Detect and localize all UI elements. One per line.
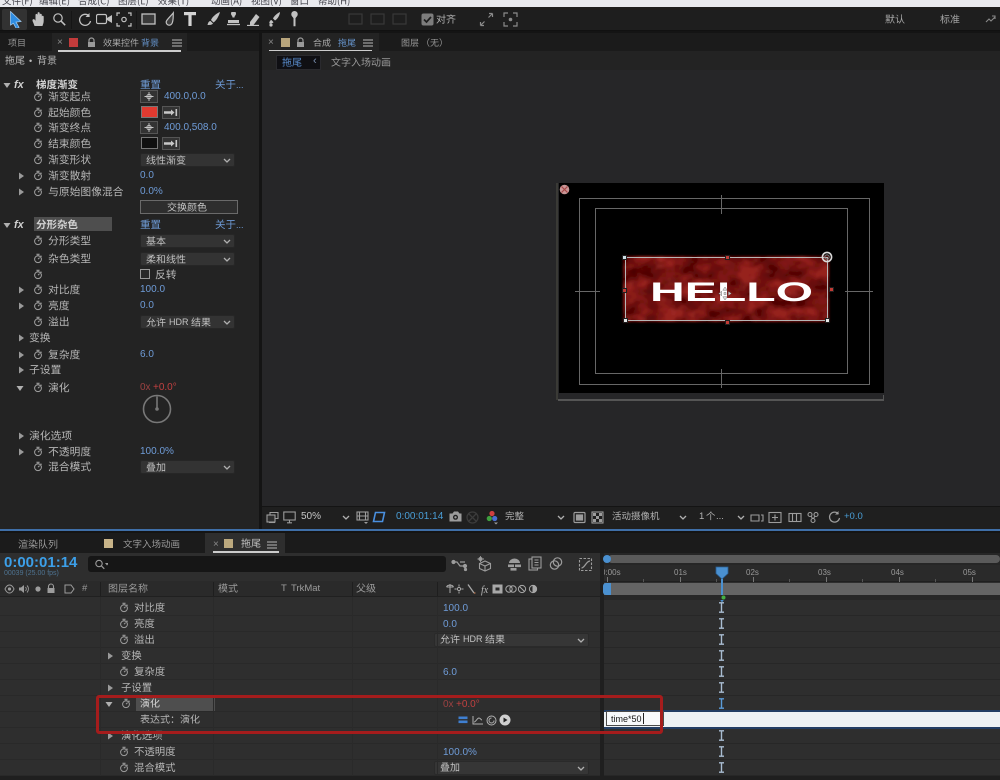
svg-text:fx: fx: [481, 585, 489, 596]
